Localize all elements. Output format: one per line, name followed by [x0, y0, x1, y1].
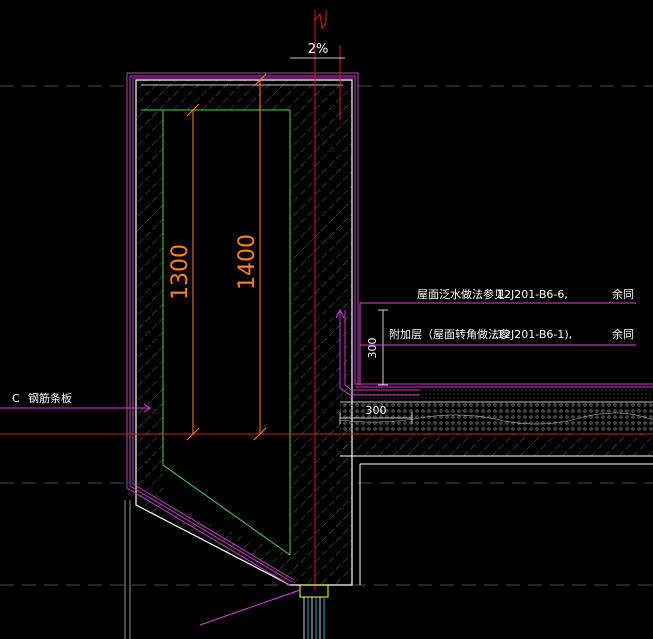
window-frame: [199, 584, 329, 639]
dimension-1300-label: 1300: [168, 244, 193, 300]
note-leaders: [335, 302, 636, 385]
column-lines: [124, 500, 131, 639]
note-line1-ref: 12J201-B6-6,: [497, 288, 568, 301]
cad-drawing: 2% 1300 1400 300 300 屋面泛水做法参见 12J201-B6-…: [0, 10, 653, 639]
roof-slab: [339, 310, 653, 585]
left-label-prefix: C: [12, 392, 20, 405]
slope-label: 2%: [308, 42, 329, 57]
dimension-1400-label: 1400: [235, 234, 260, 290]
flashing-height-label: 300: [366, 338, 379, 359]
note-line2-suffix: 余同: [612, 327, 634, 341]
left-label-text: 钢筋条板: [28, 391, 72, 405]
note-line1-suffix: 余同: [612, 287, 634, 301]
flashing-width-label: 300: [366, 404, 387, 417]
note-line1-text: 屋面泛水做法参见: [417, 287, 505, 301]
note-line2-text: 附加层（屋面转角做法参: [389, 327, 510, 341]
flashing-dimension-vertical: [378, 309, 388, 386]
note-line2-ref: 12J201-B6-1),: [497, 328, 572, 341]
break-symbol: [314, 10, 327, 30]
